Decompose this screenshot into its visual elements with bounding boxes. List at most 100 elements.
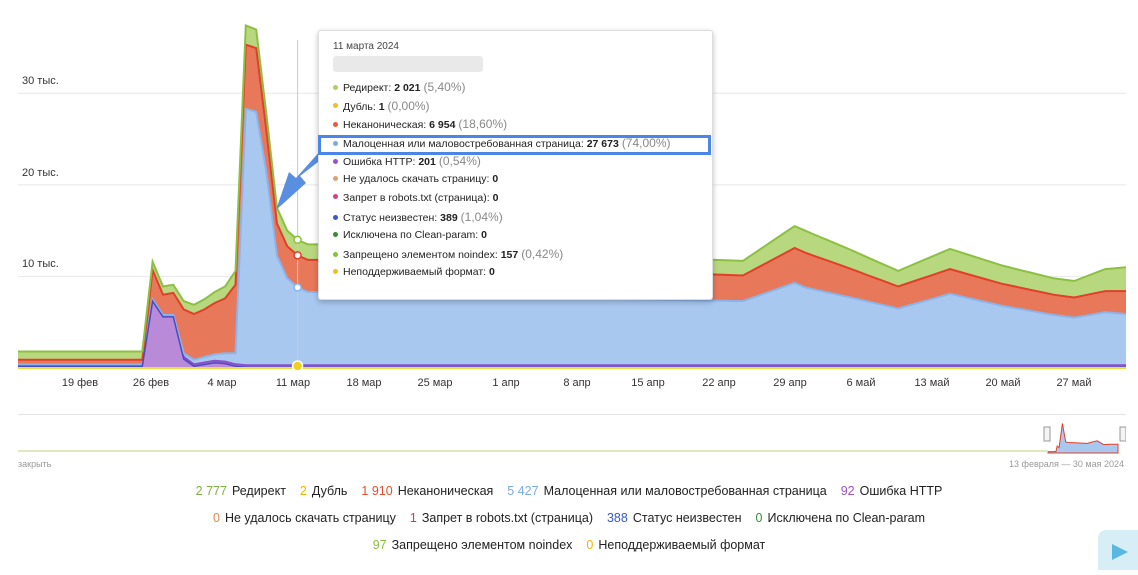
- date-range-label: 13 февраля — 30 мая 2024: [1009, 459, 1124, 469]
- x-tick-label: 19 фев: [61, 377, 99, 389]
- legend-item-label: Запрет в robots.txt (страница): [421, 511, 593, 525]
- legend-line: 2 777 Редирект 2 Дубль 1 910 Неканоническая 5 …: [0, 484, 1138, 498]
- navigator-mini-chart: [1047, 423, 1119, 454]
- tooltip-row-value: 201: [418, 156, 436, 169]
- legend-item-value: 2 777: [195, 484, 227, 498]
- x-tick-label: 4 мар: [207, 377, 237, 389]
- series-dot-icon: [333, 268, 338, 274]
- tooltip-row: Запрещено элементом noindex: 157 (0,42%): [333, 247, 563, 261]
- navigator-handle-icon[interactable]: [1119, 426, 1127, 442]
- tooltip-row-label: Редирект:: [343, 82, 395, 94]
- tooltip-row-label: Исключена по Clean-param:: [343, 228, 482, 241]
- tooltip-row: Неканоническая: 6 954 (18,60%): [333, 117, 507, 131]
- tooltip-row-label: Дубль:: [343, 100, 379, 113]
- tooltip-row-value: 1: [378, 100, 385, 113]
- x-tick-label: 25 мар: [417, 377, 453, 389]
- legend-item-label: Статус неизвестен: [632, 511, 742, 525]
- hover-point: [293, 235, 302, 245]
- legend-item-value: 0: [755, 511, 763, 525]
- tooltip-row: Статус неизвестен: 389 (1,04%): [333, 210, 503, 224]
- chart-tooltip: 11 марта 2024 Редирект: 2 021 (5,40%) Дубл…: [318, 30, 713, 300]
- x-tick-label: 11 мар: [275, 377, 311, 389]
- legend-item[interactable]: 5 427 Малоценная или маловостребованная с…: [507, 484, 826, 498]
- legend-item[interactable]: 0 Исключена по Clean-param: [756, 511, 925, 525]
- legend-item[interactable]: 1 Запрет в robots.txt (страница): [410, 511, 593, 525]
- legend-line: 97 Запрещено элементом noindex 0 Неподдержи…: [0, 538, 1138, 552]
- series-dot-icon: [333, 231, 338, 237]
- legend-item-value: 1: [409, 511, 417, 525]
- y-tick-label: 10 тыс.: [22, 258, 59, 271]
- tooltip-row: Ошибка HTTP: 201 (0,54%): [333, 154, 481, 168]
- tooltip-row-percent: (5,40%): [423, 80, 466, 94]
- legend-item[interactable]: 0 Неподдерживаемый формат: [586, 538, 765, 552]
- legend-item-label: Не удалось скачать страницу: [224, 511, 396, 525]
- hover-point: [291, 360, 304, 372]
- assistant-widget-icon[interactable]: [1098, 530, 1138, 570]
- legend-item[interactable]: 92 Ошибка HTTP: [841, 484, 943, 498]
- navigator-handle-icon[interactable]: [1043, 426, 1051, 442]
- x-tick-label: 20 май: [985, 377, 1021, 389]
- legend-item[interactable]: 2 Дубль: [300, 484, 348, 498]
- legend-item-value: 2: [299, 484, 307, 498]
- legend-item[interactable]: 97 Запрещено элементом noindex: [373, 538, 573, 552]
- legend-item-label: Исключена по Clean-param: [767, 511, 925, 525]
- legend-item-label: Дубль: [311, 484, 348, 498]
- legend-item-label: Неканоническая: [397, 484, 494, 498]
- legend-item-value: 1 910: [361, 484, 393, 498]
- tooltip-blurred-host: [333, 56, 483, 72]
- legend-item-label: Ошибка HTTP: [859, 484, 943, 498]
- tooltip-row: Исключена по Clean-param: 0: [333, 229, 487, 241]
- series-dot-icon: [333, 103, 338, 109]
- tooltip-row: Запрет в robots.txt (страница): 0: [333, 192, 498, 204]
- tooltip-row-value: 0: [481, 228, 487, 241]
- tooltip-row: Дубль: 1 (0,00%): [333, 99, 430, 113]
- x-tick-label: 22 апр: [702, 377, 736, 389]
- x-tick-label: 27 май: [1056, 377, 1092, 389]
- series-dot-icon: [333, 194, 338, 200]
- tooltip-row-value: 157: [500, 249, 519, 262]
- series-dot-icon: [333, 84, 338, 90]
- x-tick-label: 1 апр: [492, 377, 520, 389]
- hover-point: [293, 283, 302, 292]
- y-tick-label: 20 тыс.: [22, 166, 59, 179]
- series-dot-icon: [333, 252, 338, 258]
- legend-item[interactable]: 1 910 Неканоническая: [361, 484, 493, 498]
- hover-point: [293, 251, 302, 260]
- legend-item-label: Малоценная или маловостребованная страни…: [543, 484, 827, 498]
- series-dot-icon: [333, 121, 338, 127]
- x-tick-label: 15 апр: [631, 377, 665, 389]
- tooltip-row-value: 6 954: [429, 119, 456, 132]
- tooltip-row: Не удалось скачать страницу: 0: [333, 173, 498, 185]
- series-dot-icon: [333, 214, 338, 220]
- range-navigator[interactable]: [18, 414, 1127, 455]
- tooltip-row-value: 0: [489, 266, 495, 278]
- tooltip-row-label: Неподдерживаемый формат:: [343, 266, 490, 278]
- x-tick-label: 26 фев: [132, 377, 170, 389]
- x-tick-label: 13 май: [914, 377, 950, 389]
- tooltip-row: Неподдерживаемый формат: 0: [333, 266, 495, 278]
- series-dot-icon: [333, 175, 338, 181]
- legend-item-value: 0: [213, 511, 220, 525]
- legend-item[interactable]: 0 Не удалось скачать страницу: [213, 511, 396, 525]
- tooltip-row-label: Ошибка HTTP:: [343, 156, 419, 169]
- y-tick-label: 30 тыс.: [22, 75, 59, 88]
- tooltip-row-label: Запрещено элементом noindex:: [343, 249, 501, 262]
- legend-item[interactable]: 388 Статус неизвестен: [607, 511, 742, 525]
- tooltip-row-label: Запрет в robots.txt (страница):: [343, 191, 493, 204]
- x-tick-label: 8 апр: [563, 377, 591, 389]
- legend-item[interactable]: 2 777 Редирект: [196, 484, 286, 498]
- legend-item-value: 388: [606, 511, 628, 525]
- tooltip-row-label: Статус неизвестен:: [343, 212, 441, 225]
- tooltip-row-percent: (1,04%): [460, 210, 503, 225]
- tooltip-row: Редирект: 2 021 (5,40%): [333, 80, 466, 94]
- tooltip-row-value: 2 021: [394, 82, 421, 94]
- x-tick-label: 6 май: [846, 377, 876, 389]
- legend-item-value: 97: [372, 538, 387, 552]
- tooltip-row-value: 0: [492, 173, 499, 185]
- tooltip-row-percent: (0,42%): [521, 247, 564, 262]
- tooltip-date: 11 марта 2024: [333, 41, 399, 52]
- close-navigator-link[interactable]: закрыть: [18, 459, 51, 469]
- x-tick-label: 18 мар: [346, 377, 382, 389]
- tooltip-row-percent: (0,00%): [387, 98, 430, 113]
- x-tick-label: 29 апр: [773, 377, 807, 389]
